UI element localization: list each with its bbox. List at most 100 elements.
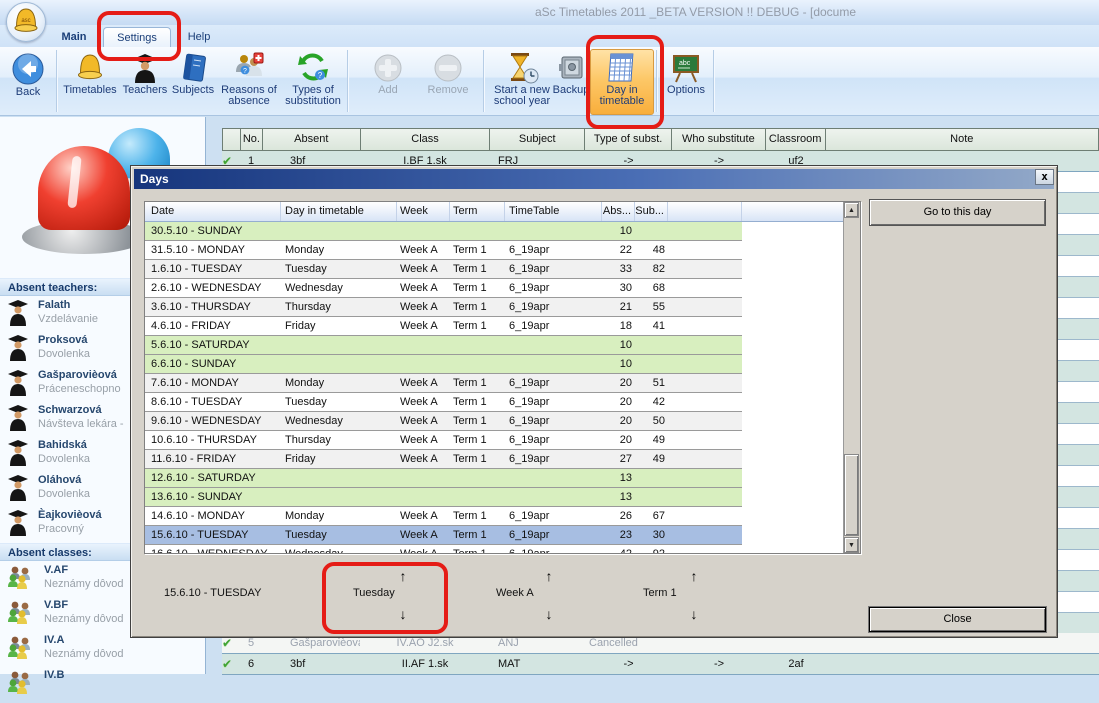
scroll-up-icon[interactable]: ▲ <box>844 202 859 218</box>
days-cell: Wednesday <box>281 545 397 554</box>
days-cell: 20 <box>602 412 635 430</box>
term-down-arrow[interactable]: ↓ <box>684 606 704 622</box>
days-row[interactable]: 6.6.10 - SUNDAY10 <box>145 355 742 374</box>
item-name: V.BF <box>44 598 124 611</box>
close-button[interactable]: Close <box>869 607 1046 632</box>
types-of-substitution-button[interactable]: ? Types of substitution <box>280 50 346 113</box>
days-cell: 10.6.10 - THURSDAY <box>145 431 281 449</box>
reasons-of-absence-button[interactable]: ? Reasons of absence <box>218 50 280 113</box>
days-row[interactable]: 14.6.10 - MONDAYMondayWeek ATerm 16_19ap… <box>145 507 742 526</box>
go-to-this-day-button[interactable]: Go to this day <box>869 199 1046 226</box>
days-cell: Term 1 <box>450 450 505 468</box>
backup-button[interactable]: Backup <box>551 50 591 113</box>
teacher-icon <box>8 370 28 397</box>
days-cell <box>450 222 505 240</box>
days-row[interactable]: 2.6.10 - WEDNESDAYWednesdayWeek ATerm 16… <box>145 279 742 298</box>
header-note[interactable]: Note <box>826 129 1098 150</box>
teacher-icon <box>8 405 28 432</box>
header-no[interactable]: No. <box>241 129 263 150</box>
days-column-header <box>668 202 742 221</box>
cell-note <box>826 654 1099 674</box>
days-cell <box>397 336 450 354</box>
subjects-button[interactable]: Subjects <box>168 50 218 113</box>
days-row[interactable]: 3.6.10 - THURSDAYThursdayWeek ATerm 16_1… <box>145 298 742 317</box>
days-cell: Term 1 <box>450 260 505 278</box>
tab-help[interactable]: Help <box>176 27 222 47</box>
days-cell: Term 1 <box>450 507 505 525</box>
item-reason: Neznámy dôvod <box>44 611 124 625</box>
app-logo-button[interactable]: asc <box>6 2 46 42</box>
day-in-timetable-button[interactable]: Day in timetable <box>590 49 654 115</box>
days-cell: Term 1 <box>450 317 505 335</box>
days-column-header[interactable]: TimeTable <box>505 202 602 221</box>
days-cell: 49 <box>635 431 668 449</box>
days-row[interactable]: 15.6.10 - TUESDAYTuesdayWeek ATerm 16_19… <box>145 526 742 545</box>
header-classroom[interactable]: Classroom <box>766 129 826 150</box>
add-plus-icon <box>372 52 404 84</box>
title-bar[interactable]: aSc Timetables 2011 _BETA VERSION !! DEB… <box>0 0 1099 26</box>
days-cell: 6_19apr <box>505 507 602 525</box>
header-class[interactable]: Class <box>361 129 491 150</box>
days-cell <box>450 469 505 487</box>
header-type-of-subst[interactable]: Type of subst. <box>585 129 672 150</box>
reasons-of-absence-label: Reasons of absence <box>218 85 280 107</box>
close-icon[interactable]: x <box>1035 169 1054 185</box>
start-new-school-year-button[interactable]: Start a new school year <box>487 50 557 113</box>
day-down-arrow[interactable]: ↓ <box>393 606 413 622</box>
days-cell: Wednesday <box>281 412 397 430</box>
days-column-header[interactable]: Abs... <box>602 202 635 221</box>
tab-settings[interactable]: Settings <box>103 27 171 48</box>
header-who-substitute[interactable]: Who substitute <box>672 129 766 150</box>
days-cell: Friday <box>281 450 397 468</box>
timetables-button[interactable]: Timetables <box>60 50 120 113</box>
days-row[interactable]: 30.5.10 - SUNDAY10 <box>145 222 742 241</box>
days-row[interactable]: 31.5.10 - MONDAYMondayWeek ATerm 16_19ap… <box>145 241 742 260</box>
item-text: ProksováDovolenka <box>38 333 90 360</box>
days-row[interactable]: 4.6.10 - FRIDAYFridayWeek ATerm 16_19apr… <box>145 317 742 336</box>
add-button[interactable]: Add <box>363 50 413 113</box>
days-list-scrollbar[interactable]: ▲ ▼ <box>843 202 860 553</box>
days-column-header[interactable]: Date <box>145 202 281 221</box>
days-row[interactable]: 9.6.10 - WEDNESDAYWednesdayWeek ATerm 16… <box>145 412 742 431</box>
days-column-header[interactable]: Term <box>450 202 505 221</box>
item-reason: Dovolenka <box>38 451 90 465</box>
days-cell: Tuesday <box>281 260 397 278</box>
days-cell: 50 <box>635 412 668 430</box>
days-cell: Term 1 <box>450 374 505 392</box>
remove-button[interactable]: Remove <box>420 50 476 113</box>
days-column-header[interactable]: Day in timetable <box>281 202 397 221</box>
days-row[interactable]: 16.6.10 - WEDNESDAYWednesdayWeek ATerm 1… <box>145 545 742 554</box>
days-row[interactable]: 11.6.10 - FRIDAYFridayWeek ATerm 16_19ap… <box>145 450 742 469</box>
days-row[interactable]: 1.6.10 - TUESDAYTuesdayWeek ATerm 16_19a… <box>145 260 742 279</box>
tab-main[interactable]: Main <box>50 27 98 47</box>
days-row[interactable]: 12.6.10 - SATURDAY13 <box>145 469 742 488</box>
absent-class-item[interactable]: IV.B <box>0 668 205 703</box>
cell-classroom: 2af <box>766 654 826 674</box>
header-subject[interactable]: Subject <box>490 129 585 150</box>
days-row[interactable]: 10.6.10 - THURSDAYThursdayWeek ATerm 16_… <box>145 431 742 450</box>
scroll-down-icon[interactable]: ▼ <box>844 537 859 553</box>
week-down-arrow[interactable]: ↓ <box>539 606 559 622</box>
header-absent[interactable]: Absent <box>263 129 361 150</box>
days-row[interactable]: 13.6.10 - SUNDAY13 <box>145 488 742 507</box>
days-row[interactable]: 8.6.10 - TUESDAYTuesdayWeek ATerm 16_19a… <box>145 393 742 412</box>
teachers-button[interactable]: Teachers <box>120 50 170 113</box>
options-button[interactable]: abc Options <box>660 50 712 113</box>
substitution-row-6[interactable]: 6 3bf II.AF 1.sk MAT -> -> 2af <box>222 654 1099 675</box>
term-up-arrow[interactable]: ↑ <box>684 568 704 584</box>
absent-class-item[interactable]: IV.ANeznámy dôvod <box>0 633 205 668</box>
week-up-arrow[interactable]: ↑ <box>539 568 559 584</box>
day-up-arrow[interactable]: ↑ <box>393 568 413 584</box>
days-row[interactable]: 7.6.10 - MONDAYMondayWeek ATerm 16_19apr… <box>145 374 742 393</box>
days-column-header[interactable]: Week <box>397 202 450 221</box>
days-cell: Week A <box>397 507 450 525</box>
item-text: GašparovièováPráceneschopno <box>38 368 121 395</box>
subjects-label: Subjects <box>168 85 218 96</box>
back-button[interactable]: Back <box>4 50 52 113</box>
days-row[interactable]: 5.6.10 - SATURDAY10 <box>145 336 742 355</box>
days-column-header[interactable]: Sub... <box>635 202 668 221</box>
days-cell <box>450 355 505 373</box>
days-dialog-titlebar[interactable]: Days <box>134 169 1054 189</box>
days-cell: 27 <box>602 450 635 468</box>
scrollbar-thumb[interactable] <box>844 454 859 536</box>
